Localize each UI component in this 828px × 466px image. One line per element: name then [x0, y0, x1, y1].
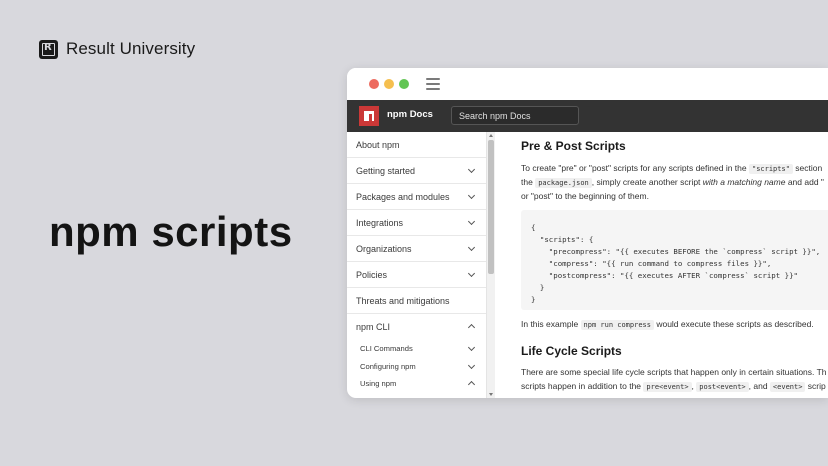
emphasis-text: with a matching name	[702, 177, 786, 187]
text-run: There are some special life cycle script…	[521, 367, 827, 377]
sidebar-item-packages-and-modules[interactable]: Packages and modules	[347, 184, 486, 210]
text-run: and add "	[785, 177, 824, 187]
logo-letter: R	[44, 41, 52, 53]
paragraph-life-cycle-line-1: There are some special life cycle script…	[521, 365, 827, 379]
chevron-up-icon	[467, 323, 476, 332]
sidebar-item-label: Getting started	[356, 166, 416, 176]
text-run: section	[792, 163, 823, 173]
sidebar-item-policies[interactable]: Policies	[347, 262, 486, 288]
hero-title: npm scripts	[49, 208, 293, 255]
code-block-scripts: { "scripts": { "precompress": "{{ execut…	[521, 210, 828, 310]
sidebar-item-label: About npm	[356, 140, 400, 150]
sidebar-subitem-label: CLI Commands	[360, 344, 413, 353]
docs-body: About npm Getting started Packages and m…	[347, 132, 828, 398]
code-line: "compress": "{{ run command to compress …	[531, 259, 772, 268]
sidebar-subitem-label: Using npm	[360, 379, 397, 388]
result-university-logo-icon: R	[39, 39, 58, 59]
chevron-down-icon	[467, 343, 476, 352]
scroll-up-arrow-icon[interactable]	[489, 134, 493, 137]
site-title[interactable]: npm Docs	[387, 109, 433, 120]
text-run: , and	[748, 381, 770, 391]
code-line: }	[531, 295, 536, 304]
chevron-up-icon	[467, 380, 476, 389]
chevron-down-icon	[467, 191, 476, 200]
search-input[interactable]	[451, 106, 579, 125]
browser-window: npm Docs About npm Getting started Packa…	[347, 68, 828, 398]
sidebar-subitem-label: Configuring npm	[360, 361, 416, 371]
paragraph-example: In this example npm run compress would e…	[521, 317, 814, 332]
sidebar-subitem-cli-commands[interactable]: CLI Commands	[347, 340, 486, 358]
chevron-down-icon	[467, 243, 476, 252]
inline-code: "scripts"	[748, 164, 793, 174]
maximize-window-button[interactable]	[399, 79, 409, 89]
sidebar-item-label: Policies	[356, 270, 388, 280]
text-run: To create "pre" or "post" scripts for an…	[521, 163, 749, 173]
npm-logo-icon[interactable]	[359, 106, 379, 126]
sidebar-item-integrations[interactable]: Integrations	[347, 210, 486, 236]
section-heading-life-cycle-scripts: Life Cycle Scripts	[521, 344, 622, 358]
section-heading-pre-post-scripts: Pre & Post Scripts	[521, 139, 626, 153]
inline-code: post<event>	[696, 382, 749, 392]
inline-code: npm run compress	[580, 320, 654, 330]
sidebar-item-npm-cli[interactable]: npm CLI	[347, 314, 486, 340]
sidebar-item-label: Packages and modules	[356, 192, 450, 202]
code-line: "scripts": {	[531, 235, 594, 244]
close-window-button[interactable]	[369, 79, 379, 89]
sidebar-subitem-using-npm[interactable]: Using npm	[347, 375, 486, 393]
text-run: scripts happen in addition to the	[521, 381, 644, 391]
window-titlebar	[347, 68, 828, 100]
code-line: "precompress": "{{ executes BEFORE the `…	[531, 247, 821, 256]
sidebar-nav: About npm Getting started Packages and m…	[347, 132, 486, 398]
inline-code: <event>	[769, 382, 806, 392]
hamburger-menu-icon[interactable]	[426, 78, 440, 90]
minimize-window-button[interactable]	[384, 79, 394, 89]
chevron-down-icon	[467, 361, 476, 369]
brand-name: Result University	[66, 39, 196, 58]
inline-code: pre<event>	[643, 382, 692, 392]
paragraph-life-cycle-line-2: scripts happen in addition to the pre<ev…	[521, 379, 826, 394]
code-line: {	[531, 223, 536, 232]
docs-header: npm Docs	[347, 100, 828, 132]
text-run: scrip	[805, 381, 826, 391]
brand: R Result University	[39, 39, 195, 59]
sidebar-item-threats-and-mitigations[interactable]: Threats and mitigations	[347, 288, 486, 314]
inline-code: package.json	[535, 178, 592, 188]
chevron-down-icon	[467, 269, 476, 278]
paragraph-pre-post-line-2: the package.json, simply create another …	[521, 175, 824, 190]
sidebar-item-getting-started[interactable]: Getting started	[347, 158, 486, 184]
text-run: In this example	[521, 319, 581, 329]
sidebar-subitem-configuring-npm[interactable]: Configuring npm	[347, 358, 486, 376]
text-run: , simply create another script	[591, 177, 703, 187]
docs-content: Pre & Post Scripts To create "pre" or "p…	[494, 132, 828, 398]
paragraph-pre-post-line-1: To create "pre" or "post" scripts for an…	[521, 161, 822, 176]
scroll-down-arrow-icon[interactable]	[489, 393, 493, 396]
sidebar-item-label: Threats and mitigations	[356, 296, 450, 306]
sidebar-item-organizations[interactable]: Organizations	[347, 236, 486, 262]
sidebar-item-label: Organizations	[356, 244, 412, 254]
chevron-down-icon	[467, 165, 476, 174]
sidebar-item-label: npm CLI	[356, 322, 391, 332]
sidebar-item-label: Integrations	[356, 218, 404, 228]
paragraph-pre-post-line-3: or "post" to the beginning of them.	[521, 189, 649, 203]
code-line: "postcompress": "{{ executes AFTER `comp…	[531, 271, 798, 280]
sidebar-item-about-npm[interactable]: About npm	[347, 132, 486, 158]
text-run: or "post" to the beginning of them.	[521, 191, 649, 201]
chevron-down-icon	[467, 217, 476, 226]
text-run: the	[521, 177, 536, 187]
code-line: }	[531, 283, 545, 292]
text-run: would execute these scripts as described…	[653, 319, 814, 329]
